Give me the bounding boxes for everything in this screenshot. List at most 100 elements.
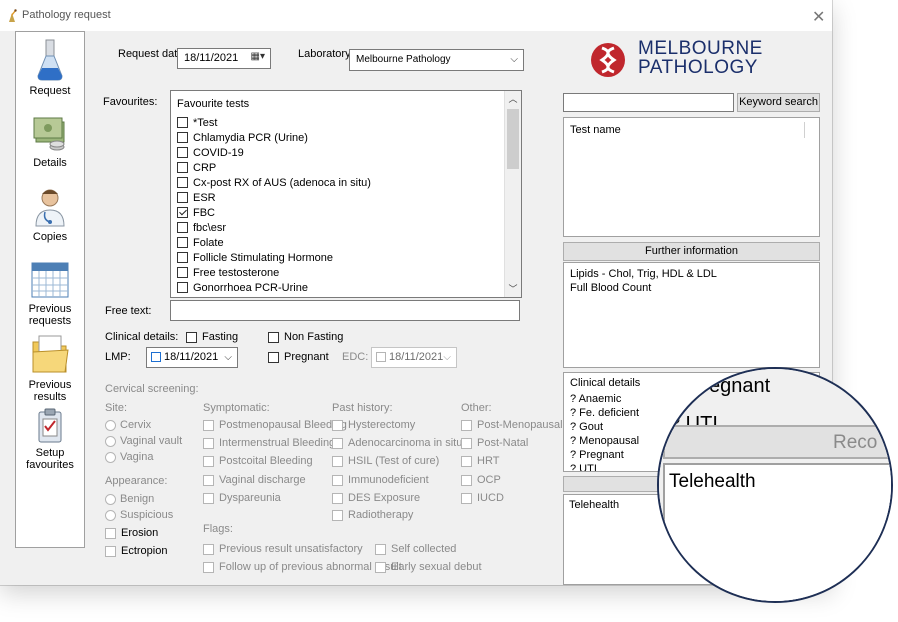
favourite-test-checkbox[interactable] xyxy=(177,147,188,158)
lmp-date-picker[interactable]: 18/11/2021 ⌵ xyxy=(146,347,238,368)
favourite-test-item[interactable]: *Test xyxy=(177,115,371,130)
favourite-test-item[interactable]: COVID-19 xyxy=(177,145,371,160)
favourite-test-item[interactable]: ESR xyxy=(177,190,371,205)
favourite-test-item[interactable]: FBC xyxy=(177,205,371,220)
appearance-suspicious-radio[interactable]: Suspicious xyxy=(105,509,173,521)
symptom-checkbox[interactable]: Intermenstrual Bleeding xyxy=(203,437,335,449)
history-checkbox[interactable]: DES Exposure xyxy=(332,492,420,504)
history-checkbox[interactable]: Radiotherapy xyxy=(332,509,413,521)
sidebar-item-previous-results[interactable]: Previous results xyxy=(16,332,84,403)
ectropion-label: Ectropion xyxy=(121,545,168,557)
other-checkbox[interactable]: Post-Menopausal xyxy=(461,419,563,431)
favourite-test-item[interactable]: Follicle Stimulating Hormone xyxy=(177,250,371,265)
favourite-test-label: COVID-19 xyxy=(193,146,244,159)
non-fasting-checkbox[interactable]: Non Fasting xyxy=(268,331,343,343)
favourite-test-item[interactable]: fbc\esr xyxy=(177,220,371,235)
fasting-checkbox[interactable]: Fasting xyxy=(186,331,238,343)
history-checkbox[interactable]: Hysterectomy xyxy=(332,419,415,431)
favourites-items: *Test Chlamydia PCR (Urine) COVID-19 CRP Cx-… xyxy=(177,115,371,295)
clinical-detail-item[interactable]: ? UTI xyxy=(570,463,597,471)
favourite-test-checkbox[interactable] xyxy=(177,237,188,248)
clinical-detail-item[interactable]: ? Fe. deficient xyxy=(570,407,639,419)
calendar-icon xyxy=(31,262,69,298)
sidebar-item-request[interactable]: Request xyxy=(16,38,84,97)
clinical-detail-item[interactable]: ? Gout xyxy=(570,421,603,433)
free-text-input[interactable] xyxy=(170,300,520,321)
favourite-test-checkbox[interactable] xyxy=(177,267,188,278)
other-checkbox[interactable]: HRT xyxy=(461,455,499,467)
history-checkbox[interactable]: HSIL (Test of cure) xyxy=(332,455,439,467)
further-information-button[interactable]: Further information xyxy=(563,242,820,261)
favourite-test-item[interactable]: Folate xyxy=(177,235,371,250)
scrollbar-thumb[interactable] xyxy=(507,109,519,169)
site-vagina-radio[interactable]: Vagina xyxy=(105,451,153,463)
other-checkbox[interactable]: OCP xyxy=(461,474,501,486)
history-checkbox[interactable]: Adenocarcinoma in situ xyxy=(332,437,462,449)
pregnant-checkbox[interactable]: Pregnant xyxy=(268,351,329,363)
sidebar-item-setup-favourites[interactable]: Setup favourites xyxy=(16,408,84,471)
symptom-checkbox[interactable]: Dyspareunia xyxy=(203,492,281,504)
keyword-search-button[interactable]: Keyword search xyxy=(737,93,820,112)
scroll-up-icon[interactable]: ︿ xyxy=(505,91,521,107)
favourite-test-checkbox[interactable] xyxy=(177,162,188,173)
symptom-checkbox[interactable]: Vaginal discharge xyxy=(203,474,306,486)
folder-icon xyxy=(32,335,69,373)
other-checkbox[interactable]: Post-Natal xyxy=(461,437,528,449)
favourite-test-checkbox[interactable] xyxy=(177,207,188,218)
money-icon xyxy=(33,117,65,151)
flag-checkbox[interactable]: Previous result unsatisfactory xyxy=(203,543,363,555)
sidebar-item-label: Copies xyxy=(32,231,68,243)
free-text-label: Free text: xyxy=(105,305,152,317)
favourite-test-item[interactable]: Gonorrhoea PCR-Urine xyxy=(177,280,371,295)
favourite-test-checkbox[interactable] xyxy=(177,222,188,233)
favourite-test-checkbox[interactable] xyxy=(177,132,188,143)
ectropion-checkbox[interactable]: Ectropion xyxy=(105,545,167,557)
appearance-benign-radio[interactable]: Benign xyxy=(105,493,154,505)
scroll-down-icon[interactable]: ﹀ xyxy=(505,281,521,297)
favourite-test-item[interactable]: Cx-post RX of AUS (adenoca in situ) xyxy=(177,175,371,190)
favourite-test-checkbox[interactable] xyxy=(177,282,188,293)
favourites-scrollbar[interactable]: ︿ ﹀ xyxy=(504,91,521,297)
clinical-detail-item[interactable]: ? Menopausal xyxy=(570,435,639,447)
erosion-checkbox[interactable]: Erosion xyxy=(105,527,158,539)
close-icon[interactable]: ✕ xyxy=(812,7,825,27)
app-icon xyxy=(9,9,17,22)
calendar-dropdown-icon[interactable]: ▦▾ xyxy=(251,51,265,62)
sidebar-item-previous-requests[interactable]: Previous requests xyxy=(16,260,84,327)
favourite-test-item[interactable]: Free testosterone xyxy=(177,265,371,280)
flag-checkbox[interactable]: Follow up of previous abnormal result xyxy=(203,561,402,573)
favourites-list[interactable]: Favourite tests *Test Chlamydia PCR (Urin… xyxy=(170,90,522,298)
flag-checkbox[interactable]: Self collected xyxy=(375,543,456,555)
flag-label: Early sexual debut xyxy=(391,561,482,573)
sidebar-item-details[interactable]: Details xyxy=(16,112,84,169)
cervical-screening-title: Cervical screening: xyxy=(105,383,199,395)
symptom-label: Postmenopausal Bleeding xyxy=(219,419,347,431)
test-name-list[interactable]: Test name xyxy=(563,117,820,237)
symptom-checkbox[interactable]: Postcoital Bleeding xyxy=(203,455,313,467)
magnifier-button-label: Reco xyxy=(833,432,878,453)
clinical-detail-item[interactable]: ? Pregnant xyxy=(570,449,624,461)
symptom-checkbox[interactable]: Postmenopausal Bleeding xyxy=(203,419,347,431)
laboratory-select[interactable]: Melbourne Pathology ⌵ xyxy=(349,49,524,71)
favourite-test-item[interactable]: Chlamydia PCR (Urine) xyxy=(177,130,371,145)
favourite-test-checkbox[interactable] xyxy=(177,117,188,128)
keyword-search-input[interactable] xyxy=(563,93,734,112)
flag-checkbox[interactable]: Early sexual debut xyxy=(375,561,482,573)
clinical-detail-item[interactable]: ? Anaemic xyxy=(570,393,621,405)
other-checkbox[interactable]: IUCD xyxy=(461,492,504,504)
request-date-picker[interactable]: 18/11/2021 ▦▾ xyxy=(177,48,271,69)
chevron-down-icon: ⌵ xyxy=(443,352,451,363)
site-vaginal-vault-radio[interactable]: Vaginal vault xyxy=(105,435,182,447)
favourite-test-checkbox[interactable] xyxy=(177,192,188,203)
history-checkbox[interactable]: Immunodeficient xyxy=(332,474,429,486)
title-bar: Pathology request ✕ xyxy=(0,0,832,31)
site-cervix-radio[interactable]: Cervix xyxy=(105,419,151,431)
favourite-test-checkbox[interactable] xyxy=(177,252,188,263)
magnifier-telehealth-box: Telehealth xyxy=(663,463,891,601)
favourite-test-label: Follicle Stimulating Hormone xyxy=(193,251,333,264)
favourites-label: Favourites: xyxy=(103,96,158,108)
sidebar-item-copies[interactable]: Copies xyxy=(16,186,84,243)
favourite-test-item[interactable]: CRP xyxy=(177,160,371,175)
laboratory-value: Melbourne Pathology xyxy=(356,54,451,65)
favourite-test-checkbox[interactable] xyxy=(177,177,188,188)
